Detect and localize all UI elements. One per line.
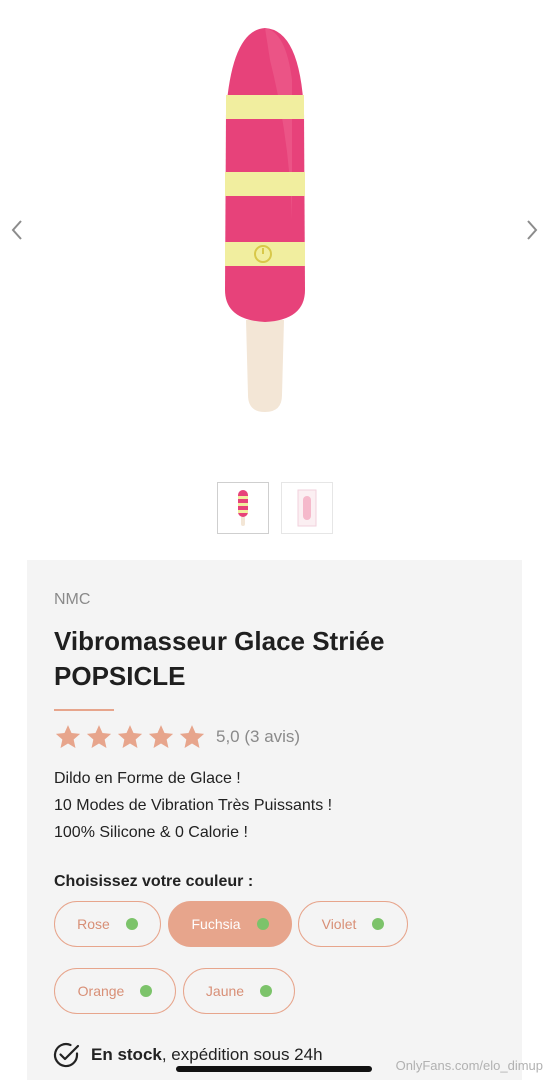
chevron-right-icon	[527, 220, 538, 240]
product-title-line-2: POPSICLE	[54, 661, 186, 691]
product-brand[interactable]: NMC	[54, 591, 90, 609]
chevron-left-icon	[11, 220, 22, 240]
color-option-label: Jaune	[205, 983, 245, 999]
star-icon	[116, 724, 144, 750]
star-icon	[85, 724, 113, 750]
title-divider	[54, 709, 114, 711]
home-indicator[interactable]	[176, 1066, 372, 1072]
color-selector-label: Choisissez votre couleur :	[54, 873, 254, 890]
star-icon	[178, 724, 206, 750]
in-stock-dot-icon	[260, 985, 273, 997]
rating-text: 5,0 (3 avis)	[216, 727, 301, 746]
product-gallery	[0, 0, 549, 470]
gallery-prev-button[interactable]	[2, 215, 32, 245]
product-image	[225, 28, 305, 412]
in-stock-dot-icon	[125, 918, 138, 930]
product-rating[interactable]: 5,0 (3 avis)	[54, 724, 300, 750]
color-option-label: Orange	[77, 983, 125, 999]
in-stock-dot-icon	[140, 985, 153, 997]
watermark-text: OnlyFans.com/elo_dimup	[395, 1058, 543, 1073]
color-option-rose[interactable]: Rose	[54, 901, 161, 947]
check-circle-icon	[53, 1042, 80, 1068]
color-option-orange[interactable]: Orange	[54, 968, 176, 1014]
color-option-violet[interactable]: Violet	[298, 901, 408, 947]
product-title-line-1: Vibromasseur Glace Striée	[54, 626, 385, 656]
color-option-jaune[interactable]: Jaune	[183, 968, 295, 1014]
stock-status-label: En stock	[91, 1045, 162, 1064]
in-stock-dot-icon	[372, 918, 385, 930]
product-description: Dildo en Forme de Glace ! 10 Modes de Vi…	[54, 765, 332, 846]
in-stock-dot-icon	[256, 918, 269, 930]
description-line: 100% Silicone & 0 Calorie !	[54, 824, 248, 841]
product-info-card: NMC Vibromasseur Glace Striée POPSICLE 5…	[27, 560, 522, 1080]
thumbnail-1[interactable]	[216, 482, 269, 534]
color-option-fuchsia[interactable]: Fuchsia	[168, 901, 292, 947]
description-line: 10 Modes de Vibration Très Puissants !	[54, 797, 333, 814]
color-option-label: Rose	[77, 916, 110, 932]
shipping-info: , expédition sous 24h	[161, 1045, 323, 1064]
thumbnail-2[interactable]	[280, 482, 333, 534]
package-thumbnail-icon	[297, 489, 316, 527]
star-icon	[54, 724, 82, 750]
description-line: Dildo en Forme de Glace !	[54, 770, 241, 787]
thumbnail-strip	[0, 482, 549, 534]
color-option-label: Fuchsia	[191, 916, 241, 932]
gallery-next-button[interactable]	[517, 215, 547, 245]
product-page: NMC Vibromasseur Glace Striée POPSICLE 5…	[0, 0, 549, 1080]
product-title: Vibromasseur Glace Striée POPSICLE	[54, 624, 494, 694]
rating-stars	[54, 724, 206, 750]
popsicle-thumbnail-icon	[237, 490, 248, 526]
color-option-label: Violet	[321, 916, 357, 932]
star-icon	[147, 724, 175, 750]
